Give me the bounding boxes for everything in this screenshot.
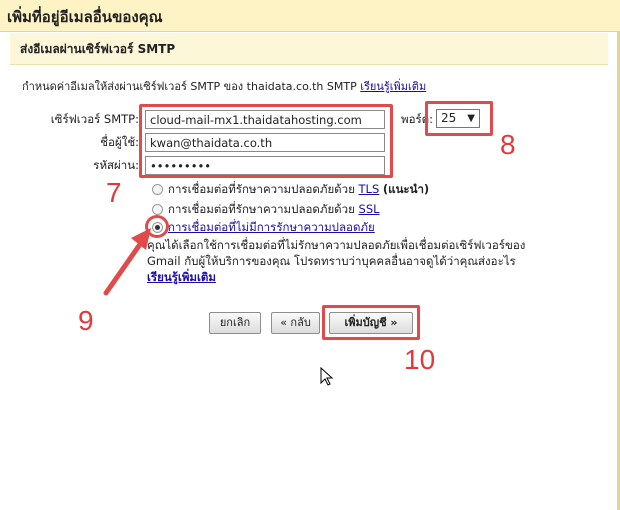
- annotation-number-7: 7: [106, 177, 122, 208]
- annotation-arrow: [103, 228, 151, 296]
- mouse-cursor-icon: [320, 367, 334, 386]
- annotation-number-10: 10: [404, 344, 436, 375]
- annotation-number-9: 9: [78, 305, 94, 336]
- annotation-number-8: 8: [500, 129, 516, 160]
